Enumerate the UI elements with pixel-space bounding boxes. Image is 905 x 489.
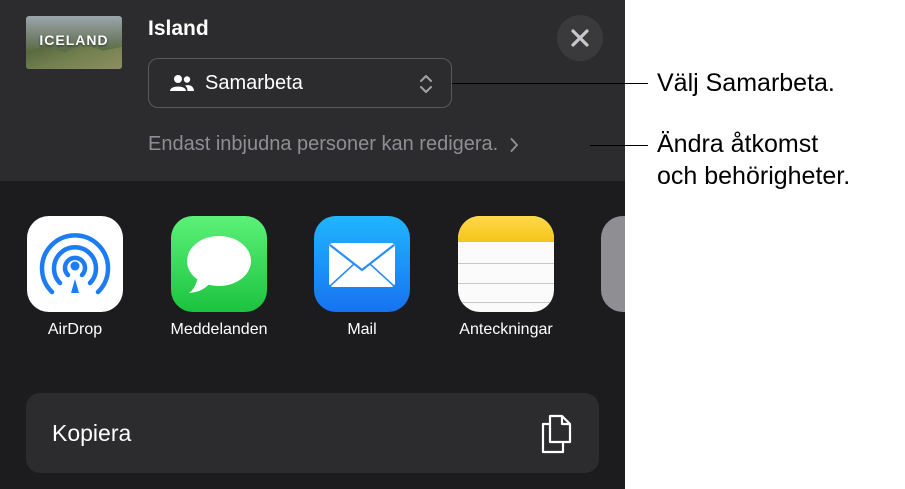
app-name: Meddelanden (170, 321, 268, 338)
airdrop-icon (27, 216, 123, 312)
share-app-more-partial[interactable] (601, 216, 625, 312)
messages-icon (171, 216, 267, 312)
share-header: ICELAND Island Samarbeta Endast inbjudna… (0, 0, 625, 181)
document-title: Island (148, 17, 209, 40)
copy-button[interactable]: Kopiera (26, 393, 599, 473)
document-thumbnail: ICELAND (26, 16, 122, 69)
access-permissions-row[interactable]: Endast inbjudna personer kan redigera. (148, 133, 519, 156)
callout-line-collaborate (452, 83, 648, 84)
app-name: Anteckningar (459, 321, 553, 338)
copy-icon (537, 412, 577, 459)
close-button[interactable] (557, 15, 603, 61)
notes-header-band (458, 216, 554, 242)
people-icon (169, 74, 195, 92)
notes-rule (458, 283, 554, 284)
chevron-up-down-icon (419, 74, 433, 94)
notes-rule (458, 302, 554, 303)
callout-line-access (590, 145, 648, 146)
share-app-notes[interactable]: Anteckningar (436, 216, 576, 339)
notes-icon (458, 216, 554, 312)
callout-collaborate: Välj Samarbeta. (657, 69, 835, 97)
share-app-mail[interactable]: Mail (292, 216, 432, 339)
access-permissions-text: Endast inbjudna personer kan redigera. (148, 133, 499, 155)
mail-icon (314, 216, 410, 312)
collaboration-mode-label: Samarbeta (205, 71, 303, 94)
chevron-right-icon (510, 137, 519, 153)
callout-access-line2: och behörigheter. (657, 162, 851, 190)
share-app-airdrop[interactable]: AirDrop (5, 216, 145, 339)
share-sheet: ICELAND Island Samarbeta Endast inbjudna… (0, 0, 625, 489)
thumbnail-title: ICELAND (39, 32, 109, 48)
app-name: AirDrop (47, 321, 103, 338)
notes-rule (458, 263, 554, 264)
close-icon (571, 29, 589, 47)
callout-access-line1: Ändra åtkomst (657, 130, 819, 158)
collaboration-mode-select[interactable]: Samarbeta (148, 58, 452, 108)
copy-label: Kopiera (52, 420, 132, 446)
share-app-messages[interactable]: Meddelanden (149, 216, 289, 339)
share-apps-row: AirDrop Meddelanden Mail Anteckningar (0, 216, 625, 346)
app-name: Mail (347, 321, 377, 338)
